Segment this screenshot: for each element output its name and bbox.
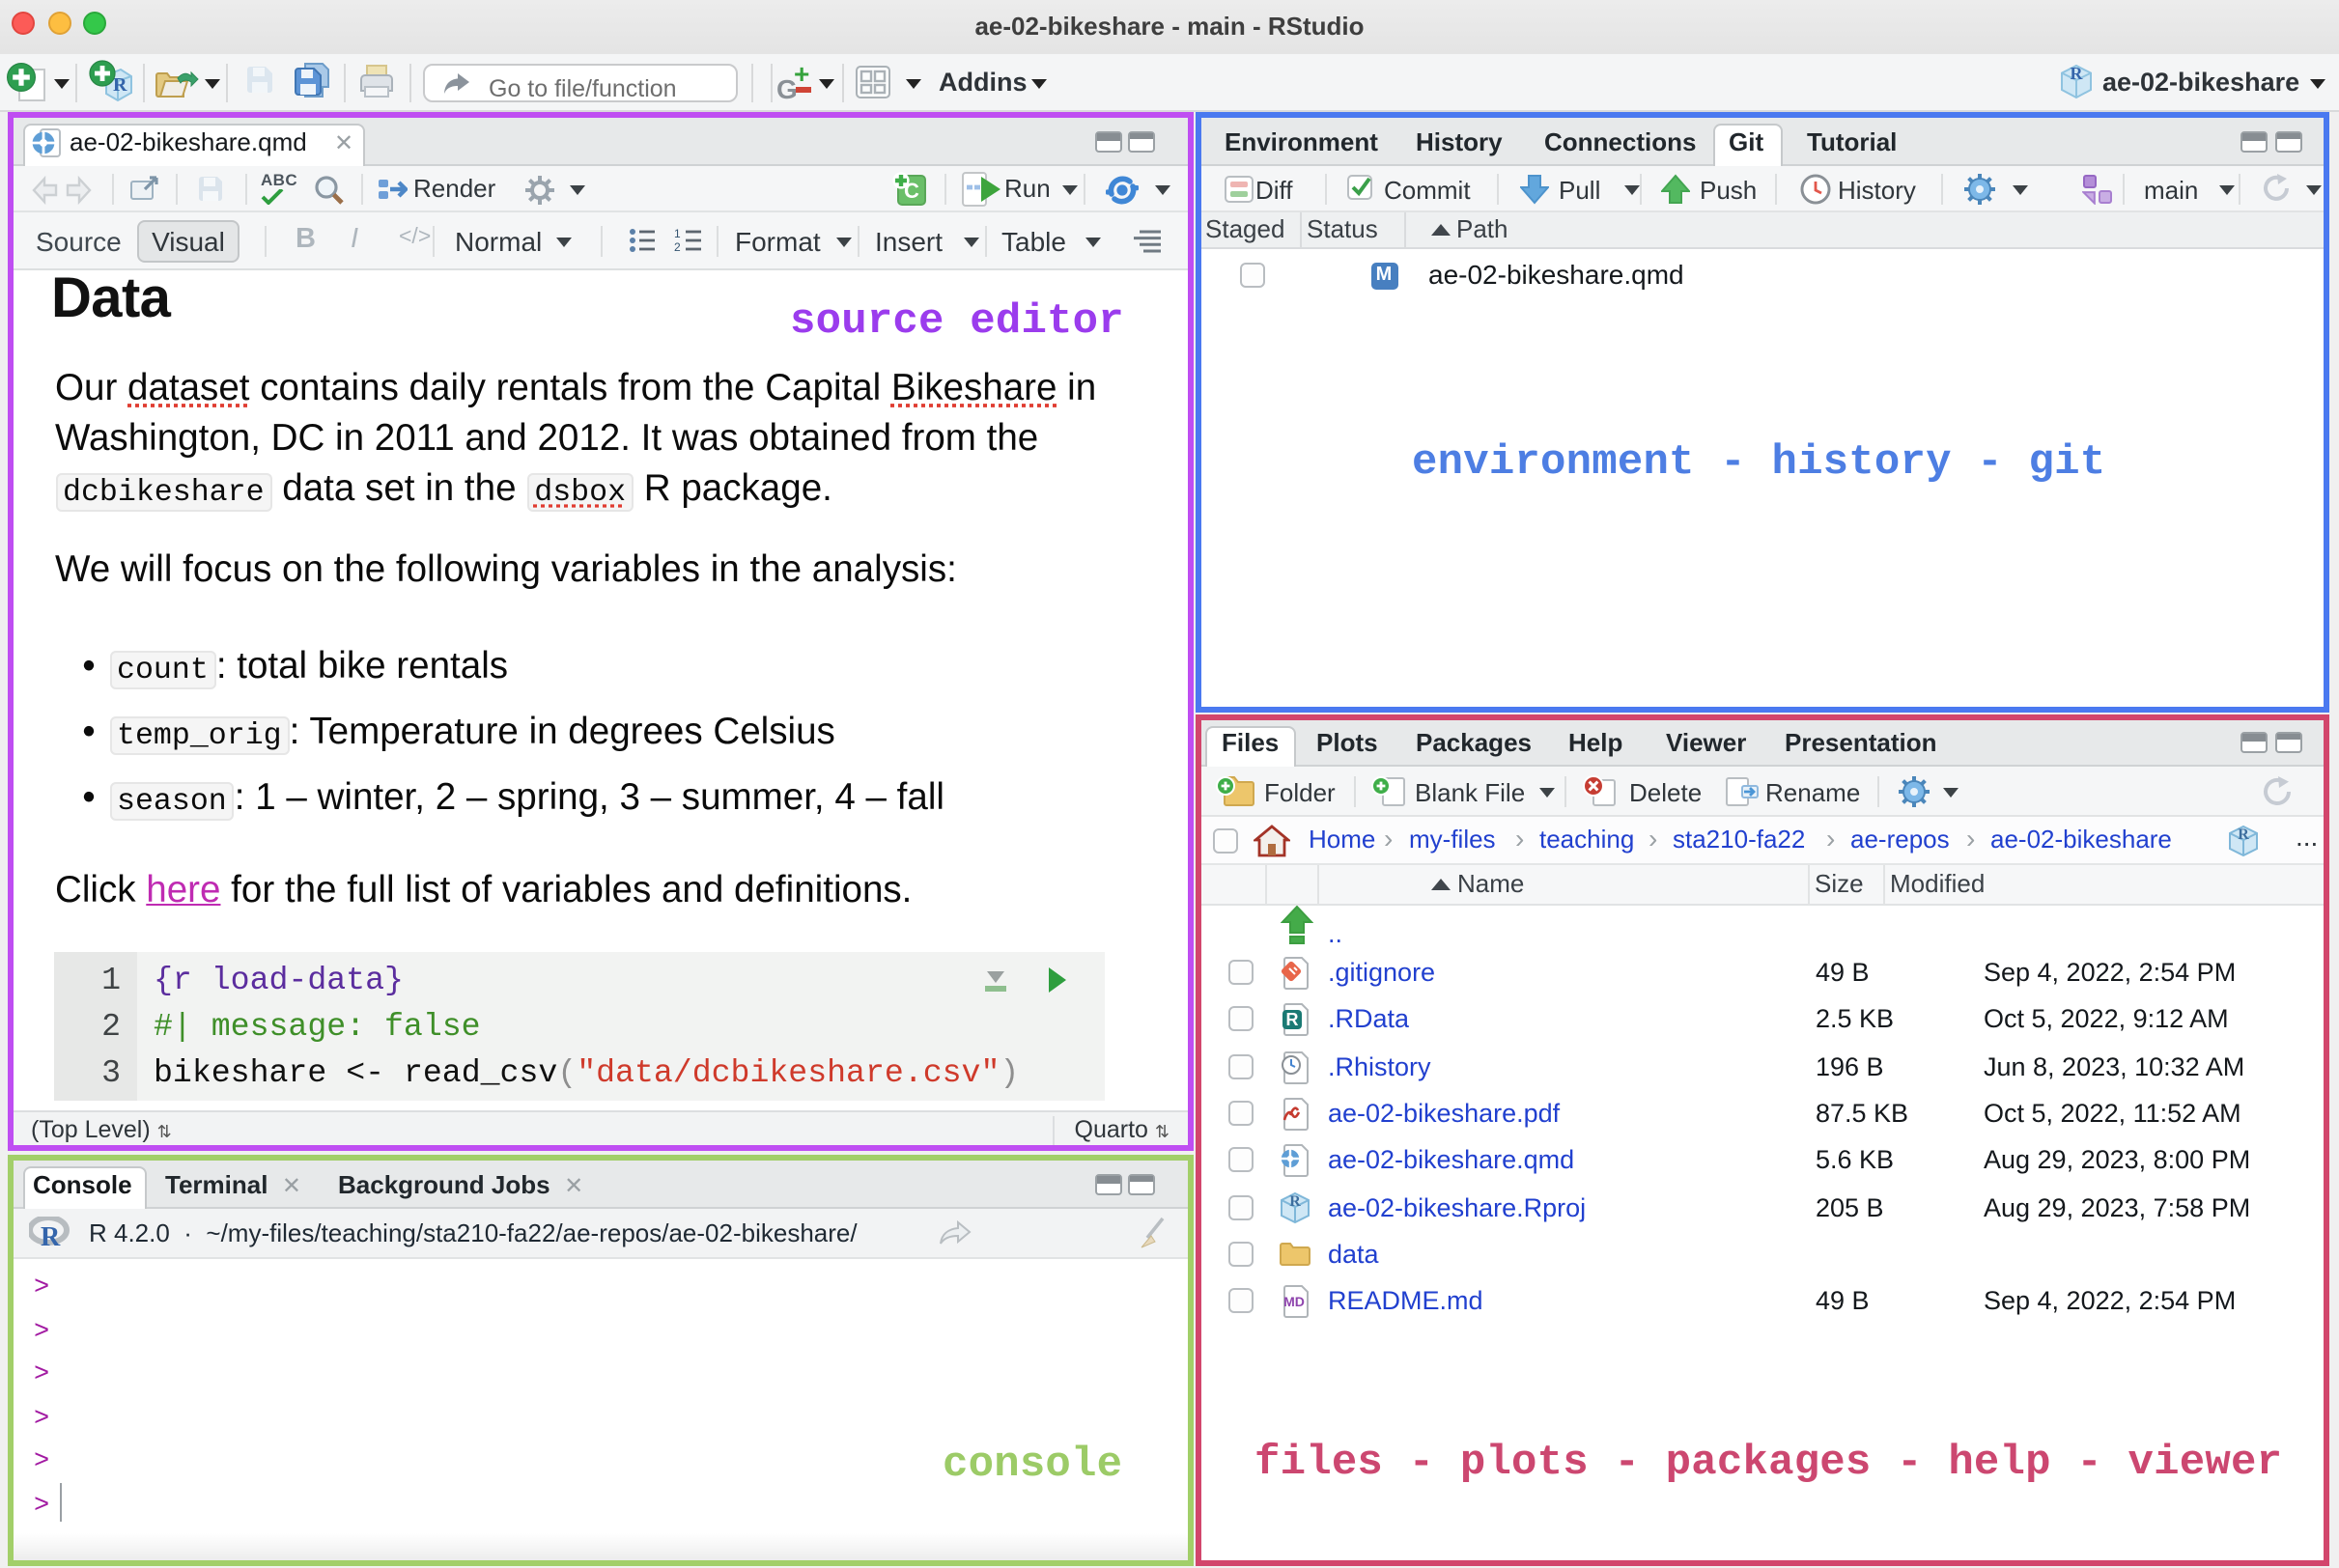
svg-text:2: 2 bbox=[674, 240, 681, 253]
svg-text:R: R bbox=[113, 74, 127, 96]
svg-text:R: R bbox=[2237, 826, 2248, 843]
svg-text:1: 1 bbox=[674, 228, 681, 240]
svg-text:R: R bbox=[1289, 1193, 1301, 1210]
svg-text:MD: MD bbox=[1283, 1295, 1305, 1310]
svg-text:R: R bbox=[40, 1221, 60, 1248]
svg-text:R: R bbox=[2071, 64, 2084, 83]
svg-text:R: R bbox=[1286, 1011, 1299, 1030]
